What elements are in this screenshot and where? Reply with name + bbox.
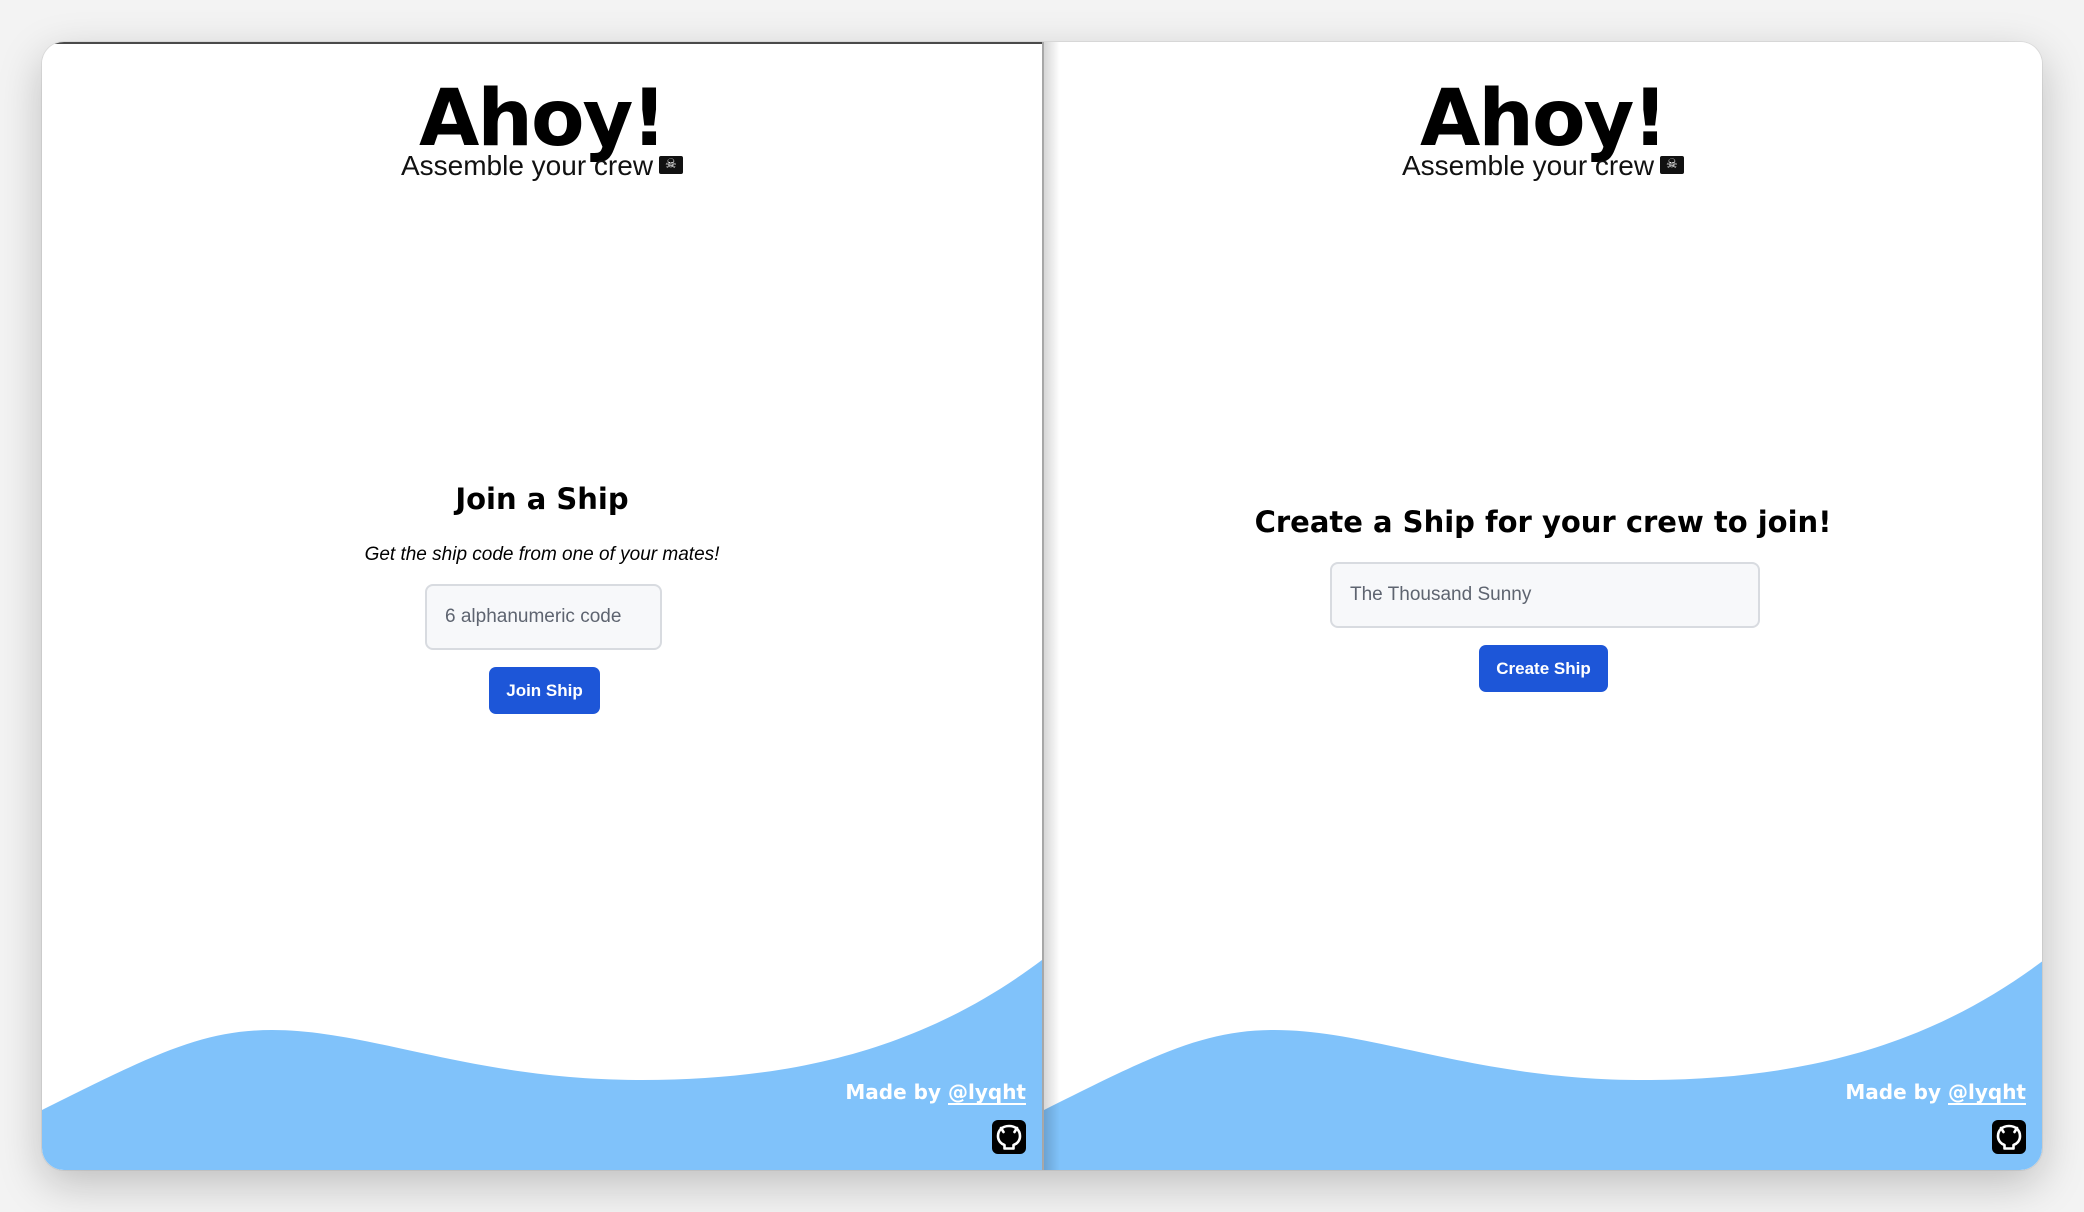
footer-credit: Made by @lyqht bbox=[845, 1080, 1026, 1104]
github-icon[interactable] bbox=[1992, 1120, 2026, 1154]
join-ship-button[interactable]: Join Ship bbox=[489, 667, 600, 714]
window-top-border bbox=[42, 42, 1042, 44]
github-icon[interactable] bbox=[992, 1120, 1026, 1154]
footer-prefix: Made by bbox=[845, 1080, 942, 1104]
join-ship-hint: Get the ship code from one of your mates… bbox=[364, 544, 720, 565]
subtitle-text: Assemble your crew bbox=[1401, 150, 1655, 181]
pirate-flag-icon bbox=[1660, 155, 1685, 174]
ship-name-input[interactable] bbox=[1330, 562, 1760, 628]
footer-prefix: Made by bbox=[1845, 1080, 1942, 1104]
join-ship-page: Ahoy! Assemble your crew Join a Ship Get… bbox=[42, 42, 1042, 1170]
ship-code-input[interactable] bbox=[425, 584, 662, 650]
author-link[interactable]: @lyqht bbox=[1948, 1080, 2026, 1104]
page-subtitle: Assemble your crew bbox=[42, 150, 1042, 182]
create-ship-button[interactable]: Create Ship bbox=[1479, 645, 1608, 692]
footer-credit: Made by @lyqht bbox=[1845, 1080, 2026, 1104]
browser-window: Ahoy! Assemble your crew Join a Ship Get… bbox=[42, 42, 2042, 1170]
join-ship-heading: Join a Ship bbox=[455, 482, 629, 516]
page-subtitle: Assemble your crew bbox=[1044, 150, 2042, 182]
author-link[interactable]: @lyqht bbox=[948, 1080, 1026, 1104]
create-ship-heading: Create a Ship for your crew to join! bbox=[1254, 505, 1832, 539]
create-ship-page: Ahoy! Assemble your crew Create a Ship f… bbox=[1042, 42, 2042, 1170]
subtitle-text: Assemble your crew bbox=[400, 150, 654, 181]
ocean-wave bbox=[1044, 961, 2042, 1170]
pirate-flag-icon bbox=[659, 155, 684, 174]
ocean-wave bbox=[42, 960, 1042, 1170]
